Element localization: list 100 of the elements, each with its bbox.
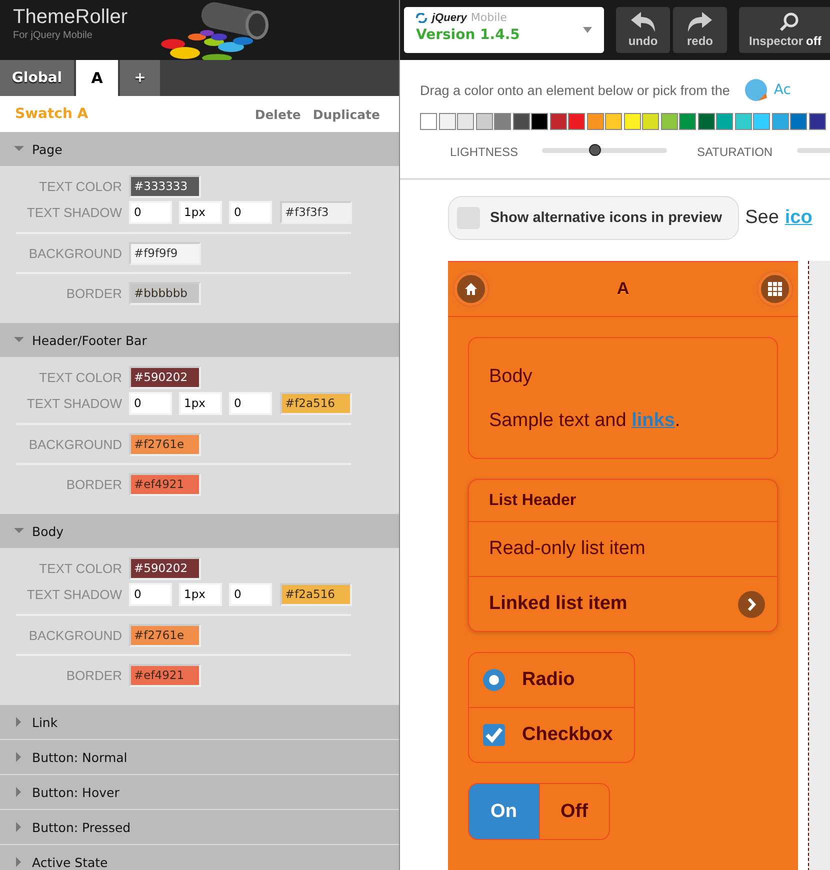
color-swatch[interactable] xyxy=(476,113,492,130)
tab[interactable]: Global xyxy=(0,60,74,96)
tab[interactable]: + xyxy=(120,60,160,96)
product-name: Mobile xyxy=(470,11,507,24)
grid-button[interactable] xyxy=(758,272,792,306)
color-swatch[interactable] xyxy=(734,113,752,130)
color-swatch[interactable] xyxy=(512,113,530,130)
color-field[interactable]: #f3f3f3 xyxy=(280,200,352,224)
radio-icon[interactable] xyxy=(483,669,505,691)
list-item: Read-only list item xyxy=(469,522,777,577)
section-header[interactable]: Body xyxy=(0,514,399,549)
toolbar-button[interactable]: redo xyxy=(673,7,727,53)
search-icon xyxy=(779,12,799,32)
field-label: BACKGROUND xyxy=(28,246,123,260)
input-field[interactable]: 0 xyxy=(129,200,172,224)
choice-option[interactable]: Radio xyxy=(469,653,634,707)
home-button[interactable] xyxy=(454,272,488,306)
tab[interactable]: A xyxy=(76,60,118,96)
color-field[interactable]: #590202 xyxy=(129,556,201,580)
app-title: ThemeRoller xyxy=(13,6,128,29)
field-label: BACKGROUND xyxy=(28,628,123,642)
app-subtitle: For jQuery Mobile xyxy=(13,30,94,41)
input-field[interactable]: 1px xyxy=(179,392,222,414)
color-swatch[interactable] xyxy=(642,113,659,130)
input-field[interactable]: 0 xyxy=(129,582,172,606)
caret-icon xyxy=(14,717,24,727)
input-field[interactable]: 0 xyxy=(229,582,272,606)
color-field[interactable]: #ef4921 xyxy=(129,664,201,686)
input-field[interactable]: 0 xyxy=(229,200,272,224)
redo-icon xyxy=(687,12,713,32)
color-field[interactable]: #ef4921 xyxy=(129,472,201,496)
linked-list-item[interactable]: Linked list item xyxy=(469,577,777,631)
choice-option[interactable]: Checkbox xyxy=(469,707,634,762)
color-swatch[interactable] xyxy=(568,113,585,130)
undo-icon xyxy=(630,12,656,32)
switch-option[interactable]: On xyxy=(469,784,540,839)
sample-text: Sample text and links. xyxy=(489,410,682,432)
color-swatch[interactable] xyxy=(679,113,696,130)
color-field[interactable]: #f2761e xyxy=(129,432,201,456)
section-header[interactable]: Header/Footer Bar xyxy=(0,323,399,358)
home-icon xyxy=(464,282,478,296)
input-field[interactable]: 0 xyxy=(229,392,272,414)
color-swatch[interactable] xyxy=(531,113,548,130)
toolbar-button[interactable]: undo xyxy=(616,7,670,53)
color-swatch[interactable] xyxy=(586,113,604,130)
color-swatch[interactable] xyxy=(753,113,770,130)
color-swatch[interactable] xyxy=(605,113,622,130)
color-field[interactable]: #bbbbbb xyxy=(129,282,201,304)
color-swatch[interactable] xyxy=(790,113,807,130)
color-swatch[interactable] xyxy=(660,113,678,130)
section-header[interactable]: Button: Normal xyxy=(0,740,399,775)
body-title: Body xyxy=(489,366,534,388)
caret-icon xyxy=(14,526,24,536)
caret-icon xyxy=(14,857,24,867)
color-field[interactable]: #f2a516 xyxy=(280,582,352,606)
field-label: TEXT SHADOW xyxy=(26,586,123,602)
color-swatch[interactable] xyxy=(494,113,511,130)
color-swatch[interactable] xyxy=(550,113,566,130)
color-field[interactable]: #590202 xyxy=(129,366,201,388)
color-swatch[interactable] xyxy=(716,113,733,130)
field-label: BORDER xyxy=(65,668,123,682)
field-label: TEXT COLOR xyxy=(38,370,123,384)
input-field[interactable]: 1px xyxy=(179,200,222,224)
swatch-action-link[interactable]: Duplicate xyxy=(312,106,380,122)
section-header[interactable]: Button: Pressed xyxy=(0,810,399,845)
color-field[interactable]: #333333 xyxy=(129,174,201,198)
section-header[interactable]: Active State xyxy=(0,845,399,870)
color-swatch[interactable] xyxy=(438,113,456,130)
field-label: TEXT COLOR xyxy=(38,178,123,194)
slider-label: LIGHTNESS xyxy=(450,145,518,159)
version-select[interactable]: jQuery Mobile Version 1.4.5 xyxy=(404,7,604,53)
color-swatch[interactable] xyxy=(772,113,788,130)
checkbox-icon[interactable] xyxy=(483,724,505,746)
color-swatch[interactable] xyxy=(624,113,640,130)
caret-icon xyxy=(14,144,24,154)
field-label: BACKGROUND xyxy=(28,436,123,452)
input-field[interactable]: 1px xyxy=(179,582,222,606)
color-swatch[interactable] xyxy=(808,113,826,130)
color-field[interactable]: #f9f9f9 xyxy=(129,242,201,264)
swatch-action-link[interactable]: Delete xyxy=(254,106,301,122)
caret-icon xyxy=(14,752,24,762)
switch-option[interactable]: Off xyxy=(540,784,609,839)
alt-icons-toggle[interactable]: Show alternative icons in preview xyxy=(448,196,740,240)
section-header[interactable]: Button: Hover xyxy=(0,775,399,810)
section-header[interactable]: Link xyxy=(0,705,399,740)
slider-thumb[interactable] xyxy=(588,144,601,156)
field-label: TEXT SHADOW xyxy=(26,204,123,220)
field-label: BORDER xyxy=(65,286,123,300)
kuler-icon xyxy=(744,78,768,102)
color-swatch[interactable] xyxy=(698,113,714,130)
color-swatch[interactable] xyxy=(420,113,437,130)
grid-icon xyxy=(768,282,782,296)
header-title: A xyxy=(616,279,630,299)
input-field[interactable]: 0 xyxy=(129,392,172,414)
color-field[interactable]: #f2a516 xyxy=(280,392,352,414)
caret-icon xyxy=(14,787,24,797)
toolbar-button[interactable]: Inspector off xyxy=(739,7,830,53)
color-swatch[interactable] xyxy=(457,113,474,130)
color-field[interactable]: #f2761e xyxy=(129,624,201,646)
section-header[interactable]: Page xyxy=(0,132,399,167)
